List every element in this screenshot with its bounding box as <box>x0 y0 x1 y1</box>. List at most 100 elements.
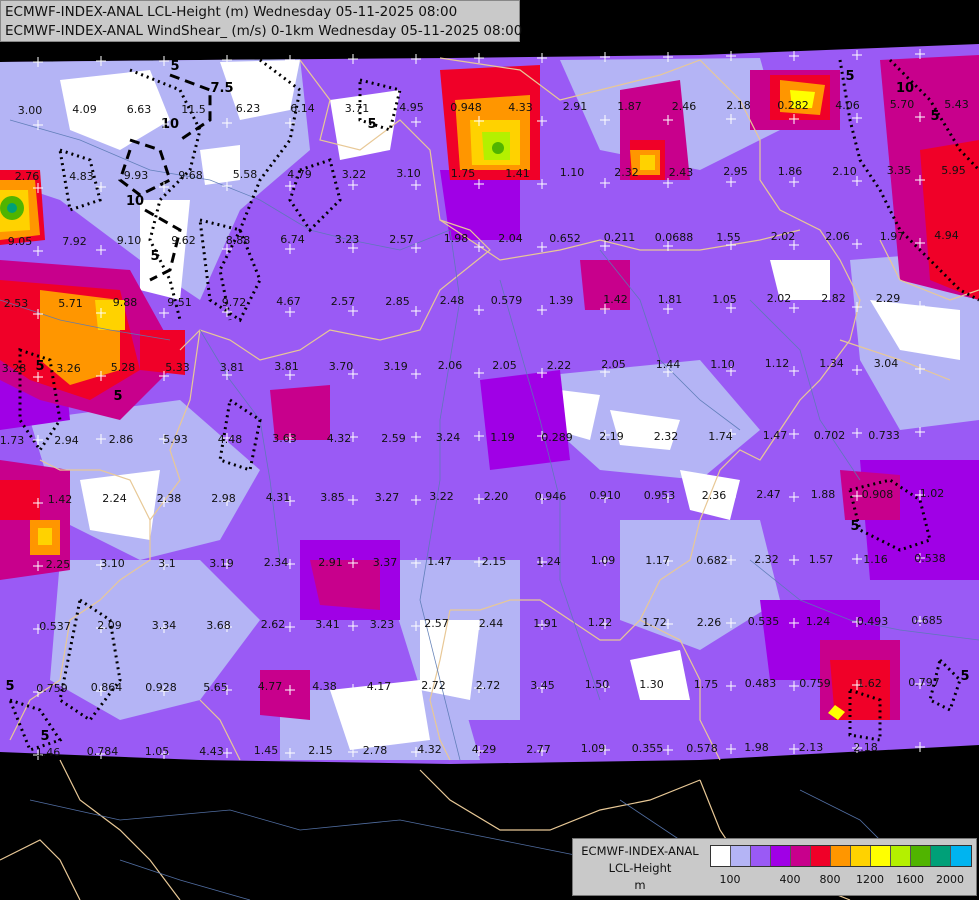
grid-value-label: 4.94 <box>934 229 959 242</box>
grid-value-label: 9.05 <box>8 235 33 248</box>
grid-value-label: 1.88 <box>811 488 836 501</box>
windshear-contour-label: 5 <box>367 117 376 132</box>
grid-value-label: 0.953 <box>644 489 676 502</box>
grid-value-label: 1.17 <box>645 554 670 567</box>
grid-value-label: 1.55 <box>716 231 741 244</box>
legend-swatch <box>851 846 871 866</box>
grid-value-label: 2.36 <box>702 489 727 502</box>
grid-value-label: 0.733 <box>868 429 900 442</box>
grid-value-label: 1.24 <box>536 555 561 568</box>
grid-value-label: 1.45 <box>254 744 279 757</box>
grid-value-label: 1.50 <box>585 678 610 691</box>
grid-value-label: 4.48 <box>218 433 243 446</box>
windshear-contour-label: 5 <box>123 49 132 64</box>
grid-value-label: 4.09 <box>72 103 97 116</box>
grid-value-label: 3.63 <box>272 432 297 445</box>
grid-value-label: 3.22 <box>342 168 367 181</box>
grid-value-label: 1.86 <box>778 165 803 178</box>
grid-value-label: 4.17 <box>367 680 392 693</box>
grid-value-label: 4.06 <box>835 99 860 112</box>
title-line-2: ECMWF-INDEX-ANAL WindShear_ (m/s) 0-1km … <box>5 23 523 39</box>
grid-value-label: 3.41 <box>315 618 340 631</box>
grid-value-label: 0.948 <box>450 101 482 114</box>
grid-value-label: 2.15 <box>482 555 507 568</box>
legend-tick-label: 2000 <box>936 873 964 886</box>
grid-value-label: 1.74 <box>708 430 733 443</box>
grid-value-label: 2.82 <box>821 292 846 305</box>
grid-value-label: 3.35 <box>887 164 912 177</box>
grid-value-label: 3.10 <box>100 557 125 570</box>
map: 57.510 510551055555555 3.00 4.09 6.63 11.5 6.… <box>0 44 979 900</box>
grid-value-label: 2.32 <box>614 166 639 179</box>
legend-name-line-2: LCL-Height <box>608 861 672 875</box>
grid-value-label: 3.23 <box>370 618 395 631</box>
grid-value-label: 3.22 <box>429 490 454 503</box>
grid-value-label: 2.91 <box>563 100 588 113</box>
grid-value-label: 2.02 <box>771 230 796 243</box>
grid-value-label: 1.62 <box>857 677 882 690</box>
grid-value-label: 2.57 <box>331 295 356 308</box>
grid-value-label: 0.538 <box>914 552 946 565</box>
grid-value-label: 2.06 <box>438 359 463 372</box>
windshear-contour-label: 5 <box>40 729 49 744</box>
grid-value-label: 3.71 <box>345 102 370 115</box>
grid-value-label: 2.62 <box>261 618 286 631</box>
legend-tick-label: 800 <box>819 873 841 886</box>
grid-value-label: 3.04 <box>874 357 899 370</box>
legend-swatch <box>911 846 931 866</box>
grid-value-label: 2.53 <box>4 297 29 310</box>
legend-swatch <box>751 846 771 866</box>
grid-value-label: 1.30 <box>639 678 664 691</box>
grid-value-label: 2.95 <box>723 165 748 178</box>
grid-value-label: 4.33 <box>508 101 533 114</box>
grid-value-label: 1.42 <box>48 493 73 506</box>
legend-name-line-1: ECMWF-INDEX-ANAL <box>581 844 699 858</box>
legend-tick-label: 1200 <box>856 873 884 886</box>
grid-value-label: 2.86 <box>109 433 134 446</box>
grid-value-label: 2.76 <box>15 170 40 183</box>
grid-value-label: 2.91 <box>318 556 343 569</box>
windshear-contour-label: 10 <box>126 194 144 209</box>
legend-unit: m <box>634 878 646 892</box>
grid-value-label: 3.34 <box>152 619 177 632</box>
legend-tick-label: 400 <box>779 873 801 886</box>
grid-value-label: 9.68 <box>178 169 203 182</box>
legend-color-bar <box>710 845 972 867</box>
grid-value-label: 3.28 <box>2 362 27 375</box>
grid-value-label: 4.43 <box>199 745 224 758</box>
grid-value-label: 0.759 <box>36 682 68 695</box>
grid-value-label: 2.43 <box>669 166 694 179</box>
grid-value-label: 0.211 <box>604 231 636 244</box>
grid-value-label: 0.289 <box>541 431 573 444</box>
grid-value-label: 9.51 <box>167 296 192 309</box>
grid-value-label: 1.10 <box>560 166 585 179</box>
windshear-contour-label: 10 <box>896 81 914 96</box>
grid-value-label: 3.23 <box>335 233 360 246</box>
title-line-1: ECMWF-INDEX-ANAL LCL-Height (m) Wednesda… <box>5 4 458 20</box>
grid-value-label: 0.682 <box>696 554 728 567</box>
grid-value-label: 2.26 <box>697 616 722 629</box>
grid-value-label: 1.91 <box>533 617 558 630</box>
grid-value-label: 5.71 <box>58 297 83 310</box>
windshear-contour-label: 5 <box>150 249 159 264</box>
grid-value-label: 1.73 <box>0 434 24 447</box>
grid-value-label: 3.27 <box>375 491 400 504</box>
grid-value-label: 2.29 <box>876 292 901 305</box>
grid-value-label: 0.946 <box>535 490 567 503</box>
grid-value-label: 2.72 <box>421 679 446 692</box>
grid-value-label: 2.72 <box>476 679 501 692</box>
grid-value-label: 4.32 <box>327 432 352 445</box>
windshear-contour-label: 5 <box>170 59 179 74</box>
grid-value-label: 3.45 <box>530 679 555 692</box>
grid-value-label: 3.85 <box>320 491 345 504</box>
grid-value-label: 5.65 <box>203 681 228 694</box>
grid-value-label: 6.23 <box>236 102 261 115</box>
grid-value-label: 0.702 <box>814 429 846 442</box>
grid-value-label: 0.578 <box>686 742 718 755</box>
title-box: ECMWF-INDEX-ANAL LCL-Height (m) Wednesda… <box>0 0 523 42</box>
grid-value-label: 6.63 <box>127 103 152 116</box>
grid-value-label: 1.24 <box>806 615 831 628</box>
grid-value-label: 0.0688 <box>655 231 694 244</box>
grid-value-label: 2.18 <box>726 99 751 112</box>
grid-value-label: 3.24 <box>436 431 461 444</box>
